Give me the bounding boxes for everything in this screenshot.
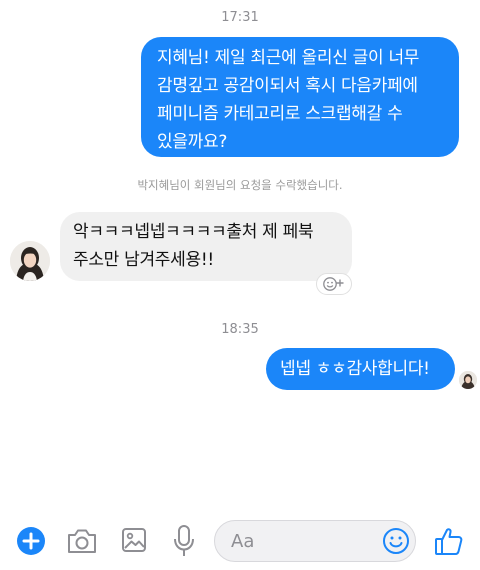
message-line: 감명깊고 공감이되서 혹시 다음카페에 [157,76,418,96]
plus-circle-icon [17,527,45,555]
contact-avatar[interactable] [10,241,50,281]
incoming-message-bubble[interactable]: 악ㅋㅋㅋ넵넵ㅋㅋㅋㅋ출처 제 페북 주소만 남겨주세용!! [60,212,352,281]
message-line: 있을까요? [157,132,228,152]
message-text: 넵넵 ㅎㅎ감사합니다! [280,359,430,379]
message-line: 페미니즘 카테고리로 스크랩해갈 수 [157,104,403,124]
avatar-photo-icon [10,241,50,281]
more-actions-button[interactable] [16,526,46,560]
avatar-photo-icon [459,371,477,389]
message-input[interactable] [231,529,381,553]
smiley-icon [383,528,409,554]
system-notice: 박지혜님이 회원님의 요청을 수락했습니다. [137,178,343,192]
timestamp: 17:31 [221,10,259,25]
outgoing-message-bubble[interactable]: 넵넵 ㅎㅎ감사합니다! [266,348,455,390]
add-reaction-icon [323,277,344,291]
message-line: 지혜님! 제일 최근에 올리신 글이 너무 [157,48,420,68]
camera-button[interactable] [66,527,98,559]
add-reaction-button[interactable] [316,273,352,295]
like-button[interactable] [434,526,464,560]
microphone-icon [174,525,194,556]
timestamp: 18:35 [221,322,259,337]
message-composer[interactable] [214,520,416,562]
message-line: 주소만 남겨주세용!! [73,250,214,270]
message-line: 악ㅋㅋㅋ넵넵ㅋㅋㅋㅋ출처 제 페북 [73,222,314,242]
thumbs-up-icon [435,528,463,555]
camera-icon [68,529,96,553]
read-receipt-avatar [459,371,477,389]
image-icon [122,528,146,552]
emoji-button[interactable] [382,527,410,559]
outgoing-message-bubble[interactable]: 지혜님! 제일 최근에 올리신 글이 너무 감명깊고 공감이되서 혹시 다음카페… [141,37,459,157]
voice-message-button[interactable] [173,524,195,562]
gallery-button[interactable] [121,527,147,557]
